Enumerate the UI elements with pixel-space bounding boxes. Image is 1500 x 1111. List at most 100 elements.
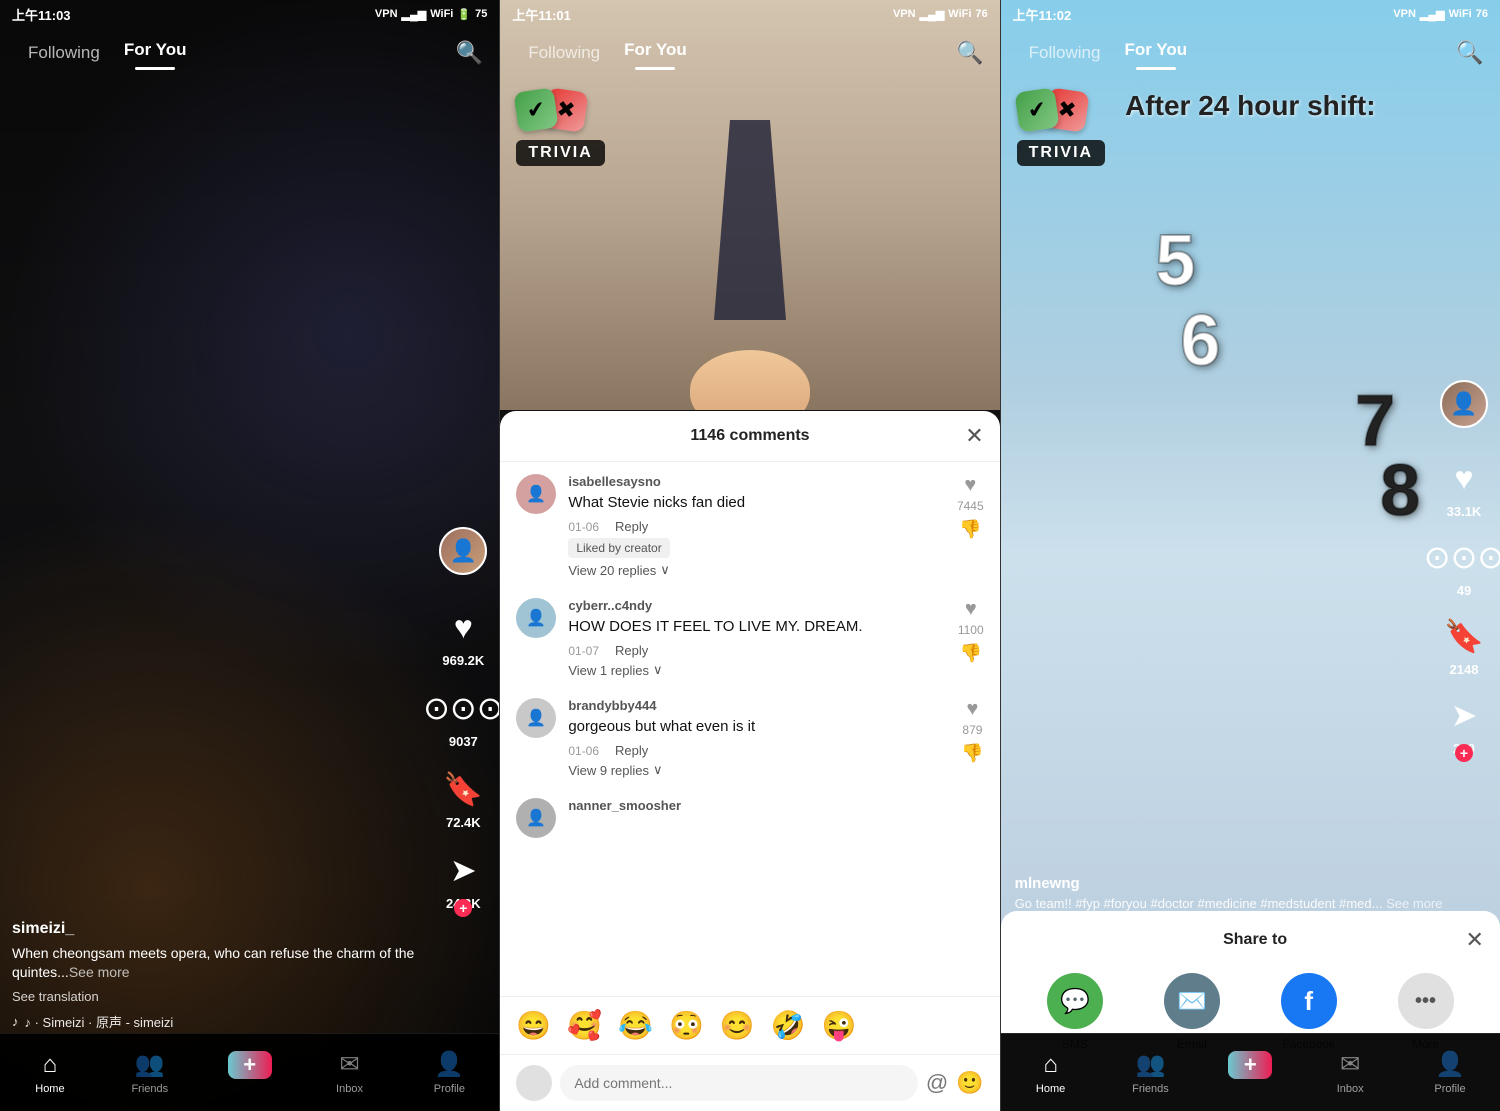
left-home-icon[interactable]: ⌂ [36,1051,64,1079]
left-inbox-tab[interactable]: ✉ Inbox [300,1051,400,1095]
center-search-icon[interactable]: 🔍 [956,40,983,66]
right-friends-icon[interactable]: 👥 [1136,1051,1164,1079]
left-foryou-tab[interactable]: For You [112,36,199,70]
right-create-tab[interactable]: + + [1200,1051,1300,1095]
comment-avatar-2[interactable]: 👤 [516,598,556,638]
left-username[interactable]: simeizi_ [12,920,429,938]
right-avatar[interactable]: 👤 [1440,380,1488,428]
left-like-btn[interactable]: ♥ 969.2K [439,603,487,668]
left-profile-tab[interactable]: 👤 Profile [399,1051,499,1095]
comment-avatar-4[interactable]: 👤 [516,798,556,838]
right-bookmark-btn[interactable]: 🔖 2148 [1440,612,1488,677]
emoji-4[interactable]: 😳 [669,1009,704,1042]
right-trivia-badge[interactable]: ✔ ✖ TRIVIA [1017,90,1105,166]
left-follow-plus[interactable]: + [454,899,472,917]
comment-username-4[interactable]: nanner_smoosher [568,798,983,813]
left-profile-icon[interactable]: 👤 [435,1051,463,1079]
right-profile-tab[interactable]: 👤 Profile [1400,1051,1500,1095]
right-following-tab[interactable]: Following [1017,39,1113,67]
comment-username-3[interactable]: brandybby444 [568,698,949,713]
facebook-icon[interactable]: f [1281,973,1337,1029]
comment-dislike-2[interactable]: 👎 [960,643,982,664]
left-heart-icon[interactable]: ♥ [439,603,487,651]
left-bookmark-icon[interactable]: 🔖 [439,765,487,813]
left-nav-tabs[interactable]: Following For You [16,36,198,70]
left-see-translation[interactable]: See translation [12,989,429,1004]
left-see-more[interactable]: See more [69,964,130,980]
right-share-icon[interactable]: ➤ [1440,691,1488,739]
at-icon[interactable]: @ [926,1070,948,1096]
more-share-icon[interactable]: ••• [1398,973,1454,1029]
center-time: 上午11:01 [512,5,571,24]
left-create-tab[interactable]: + + [200,1051,300,1095]
email-icon[interactable]: ✉️ [1164,973,1220,1029]
left-avatar-btn[interactable]: 👤 + [439,527,487,575]
left-friends-icon[interactable]: 👥 [136,1051,164,1079]
left-share-icon[interactable]: ➤ [439,846,487,894]
left-comment-icon[interactable]: ⊙⊙⊙ [439,684,487,732]
left-avatar[interactable]: 👤 [439,527,487,575]
right-friends-tab[interactable]: 👥 Friends [1101,1051,1201,1095]
countdown-8: 8 [1380,450,1420,532]
left-comment-btn[interactable]: ⊙⊙⊙ 9037 [439,684,487,749]
right-foryou-tab[interactable]: For You [1112,36,1199,70]
comment-avatar-3[interactable]: 👤 [516,698,556,738]
left-following-tab[interactable]: Following [16,39,112,67]
right-nav-tabs[interactable]: Following For You [1017,36,1199,70]
share-close-button[interactable]: ✕ [1466,927,1484,953]
center-foryou-tab[interactable]: For You [612,36,699,70]
right-inbox-tab[interactable]: ✉ Inbox [1300,1051,1400,1095]
comment-reply-3[interactable]: Reply [615,743,648,758]
comment-reply-1[interactable]: Reply [615,519,648,534]
left-home-tab[interactable]: ⌂ Home [0,1051,100,1095]
comment-dislike-1[interactable]: 👎 [959,519,981,540]
right-home-icon[interactable]: ⌂ [1037,1051,1065,1079]
emoji-7[interactable]: 😜 [822,1009,857,1042]
comment-reply-2[interactable]: Reply [615,643,648,658]
right-heart-icon[interactable]: ♥ [1440,454,1488,502]
right-profile-icon[interactable]: 👤 [1436,1051,1464,1079]
right-follow-plus[interactable]: + [1455,744,1473,762]
view-replies-3[interactable]: View 9 replies ∨ [568,762,949,778]
right-bookmark-icon[interactable]: 🔖 [1440,612,1488,660]
center-following-tab[interactable]: Following [516,39,612,67]
comment-username-2[interactable]: cyberr..c4ndy [568,598,946,613]
center-nav-tabs[interactable]: Following For You [516,36,698,70]
comment-heart-2[interactable]: ♥ [965,598,977,621]
emoji-6[interactable]: 🤣 [771,1009,806,1042]
right-create-icon[interactable]: + [1228,1051,1272,1079]
right-home-tab[interactable]: ⌂ Home [1001,1051,1101,1095]
comment-username-1[interactable]: isabellesaysno [568,474,945,489]
right-search-icon[interactable]: 🔍 [1456,40,1483,66]
comment-dislike-3[interactable]: 👎 [961,743,983,764]
right-comment-btn[interactable]: ⊙⊙⊙ 49 [1440,533,1488,598]
comments-close-button[interactable]: ✕ [965,423,983,449]
left-friends-tab[interactable]: 👥 Friends [100,1051,200,1095]
comment-heart-3[interactable]: ♥ [967,698,979,721]
left-create-icon[interactable]: + [228,1051,272,1079]
comment-avatar-1[interactable]: 👤 [516,474,556,514]
left-search-button[interactable]: 🔍 [455,39,483,67]
center-trivia-badge[interactable]: ✔ ✖ TRIVIA [516,90,604,166]
right-see-more[interactable]: See more [1386,896,1442,911]
left-search-icon[interactable]: 🔍 [456,40,483,66]
emoji-5[interactable]: 😊 [720,1009,755,1042]
emoji-2[interactable]: 🥰 [567,1009,602,1042]
center-search-button[interactable]: 🔍 [956,39,984,67]
right-search-button[interactable]: 🔍 [1456,39,1484,67]
right-like-btn[interactable]: ♥ 33.1K [1440,454,1488,519]
right-username[interactable]: mlnewng [1015,875,1486,892]
sms-icon[interactable]: 💬 [1047,973,1103,1029]
right-avatar-btn[interactable]: 👤 + [1440,380,1488,428]
left-bookmark-btn[interactable]: 🔖 72.4K [439,765,487,830]
right-comment-icon[interactable]: ⊙⊙⊙ [1440,533,1488,581]
emoji-3[interactable]: 😂 [618,1009,653,1042]
emoji-picker-icon[interactable]: 🙂 [956,1070,983,1096]
view-replies-1[interactable]: View 20 replies ∨ [568,562,945,578]
right-inbox-icon[interactable]: ✉ [1336,1051,1364,1079]
comment-heart-1[interactable]: ♥ [964,474,976,497]
left-inbox-icon[interactable]: ✉ [336,1051,364,1079]
comment-input-field[interactable] [560,1065,918,1101]
view-replies-2[interactable]: View 1 replies ∨ [568,662,946,678]
emoji-1[interactable]: 😄 [516,1009,551,1042]
